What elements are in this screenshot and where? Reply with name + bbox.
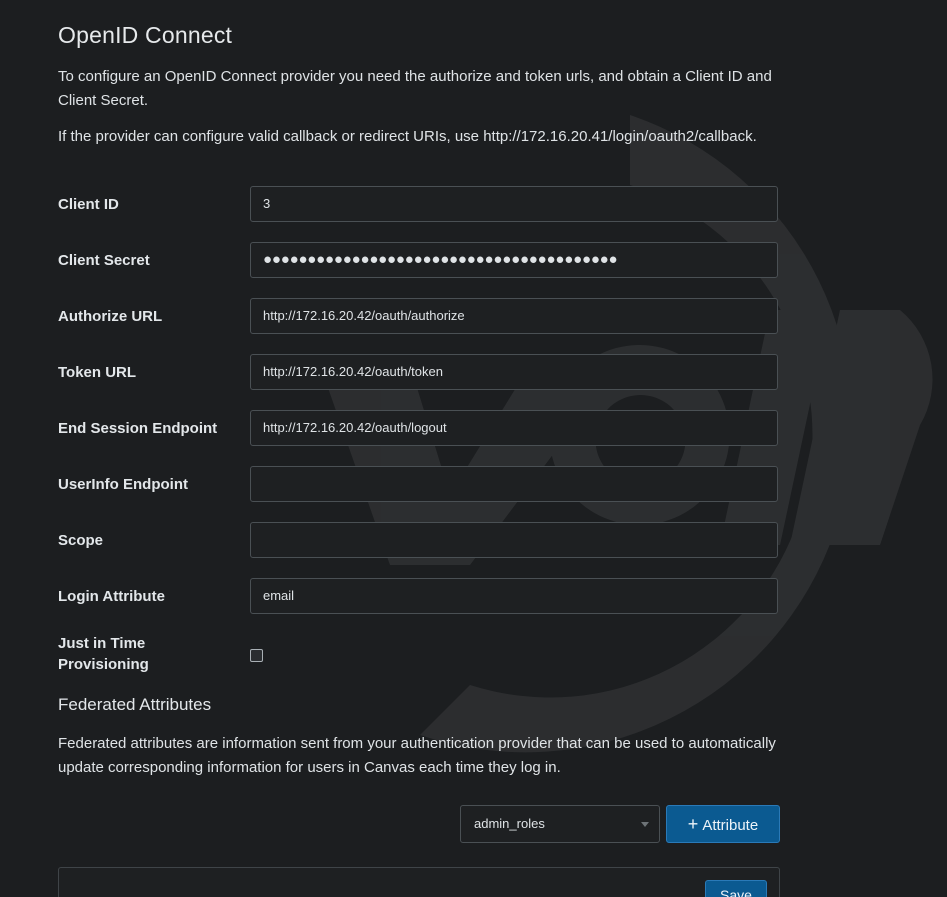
scope-input[interactable] (250, 522, 778, 558)
federated-attribute-select[interactable]: admin_roles (460, 805, 660, 843)
userinfo-label: UserInfo Endpoint (58, 476, 188, 493)
client-secret-input[interactable]: ●●●●●●●●●●●●●●●●●●●●●●●●●●●●●●●●●●●●●●●● (250, 242, 778, 278)
authorize-url-label: Authorize URL (58, 308, 163, 325)
callback-note: If the provider can configure valid call… (58, 128, 757, 145)
userinfo-input[interactable] (250, 466, 778, 502)
client-secret-label: Client Secret (58, 252, 150, 269)
client-id-label: Client ID (58, 196, 119, 213)
add-attribute-label: Attribute (702, 817, 759, 834)
intro-text: To configure an OpenID Connect provider … (58, 68, 772, 109)
scope-row: Scope (58, 522, 780, 560)
login-attribute-input[interactable]: email (250, 578, 778, 614)
token-url-label: Token URL (58, 364, 137, 381)
jit-provisioning-checkbox[interactable] (250, 649, 263, 662)
userinfo-row: UserInfo Endpoint (58, 466, 780, 504)
end-session-input[interactable]: http://172.16.20.42/oauth/logout (250, 410, 778, 446)
login-attribute-label: Login Attribute (58, 588, 165, 605)
jit-provisioning-row: Just in Time Provisioning (58, 633, 780, 677)
scope-label: Scope (58, 532, 104, 549)
federated-attributes-title: Federated Attributes (58, 695, 212, 714)
end-session-label: End Session Endpoint (58, 420, 218, 437)
federated-attribute-selected: admin_roles (474, 816, 545, 831)
section-title: OpenID Connect (58, 22, 233, 48)
jit-provisioning-label: Just in Time Provisioning (58, 635, 149, 673)
token-url-input[interactable]: http://172.16.20.42/oauth/token (250, 354, 778, 390)
login-attribute-row: Login Attribute email (58, 578, 780, 616)
add-attribute-button[interactable]: + Attribute (666, 805, 780, 843)
token-url-row: Token URL http://172.16.20.42/oauth/toke… (58, 354, 780, 392)
authorize-url-input[interactable]: http://172.16.20.42/oauth/authorize (250, 298, 778, 334)
federated-attributes-description: Federated attributes are information sen… (58, 735, 776, 776)
client-secret-row: Client Secret ●●●●●●●●●●●●●●●●●●●●●●●●●●… (58, 242, 780, 280)
form-actions-panel: Save (58, 867, 780, 897)
save-button[interactable]: Save (705, 880, 767, 897)
client-id-row: Client ID 3 (58, 186, 780, 224)
client-id-input[interactable]: 3 (250, 186, 778, 222)
end-session-row: End Session Endpoint http://172.16.20.42… (58, 410, 780, 448)
plus-icon: + (687, 814, 699, 834)
authorize-url-row: Authorize URL http://172.16.20.42/oauth/… (58, 298, 780, 336)
chevron-down-icon (641, 822, 649, 827)
auth-settings-page: OpenID Connect To configure an OpenID Co… (0, 0, 947, 897)
